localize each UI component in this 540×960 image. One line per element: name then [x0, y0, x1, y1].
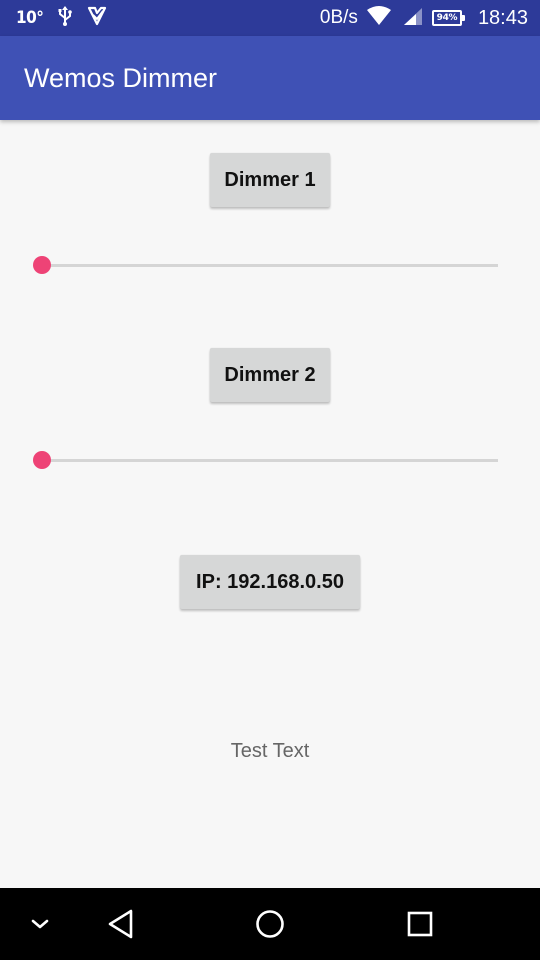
wifi-icon [366, 5, 392, 31]
dimmer-2-button[interactable]: Dimmer 2 [210, 348, 330, 402]
dimmer-1-button[interactable]: Dimmer 1 [210, 153, 330, 207]
slider-track [42, 459, 498, 462]
status-right: 0B/s 94% 18:43 [320, 0, 528, 36]
dimmer-1-slider[interactable] [32, 253, 500, 277]
slider-thumb[interactable] [33, 451, 51, 469]
clock-text: 18:43 [477, 6, 528, 29]
test-text: Test Text [230, 740, 310, 762]
recent-apps-icon[interactable] [395, 888, 445, 960]
temperature-text: 10° [16, 8, 44, 28]
slider-thumb[interactable] [33, 256, 51, 274]
app-bar: Wemos Dimmer [0, 36, 540, 120]
dimmer-2-slider[interactable] [32, 448, 500, 472]
network-speed-text: 0B/s [319, 7, 358, 28]
main-content: Dimmer 1 Dimmer 2 IP: 192.168.0.50 Test … [0, 120, 540, 888]
app-notification-icon [87, 6, 107, 31]
usb-icon [57, 5, 73, 31]
battery-level-text: 94% [436, 13, 458, 23]
chevron-down-icon[interactable] [18, 888, 62, 960]
navigation-bar [0, 888, 540, 960]
battery-icon: 94% [431, 10, 465, 26]
slider-track [42, 264, 498, 267]
signal-icon [400, 6, 424, 31]
back-icon[interactable] [96, 888, 146, 960]
status-left: 10° [16, 0, 107, 36]
home-icon[interactable] [245, 888, 295, 960]
status-bar: 10° 0B/s 94% 18:43 [0, 0, 540, 36]
ip-address-button[interactable]: IP: 192.168.0.50 [180, 555, 360, 609]
app-title: Wemos Dimmer [24, 63, 218, 93]
